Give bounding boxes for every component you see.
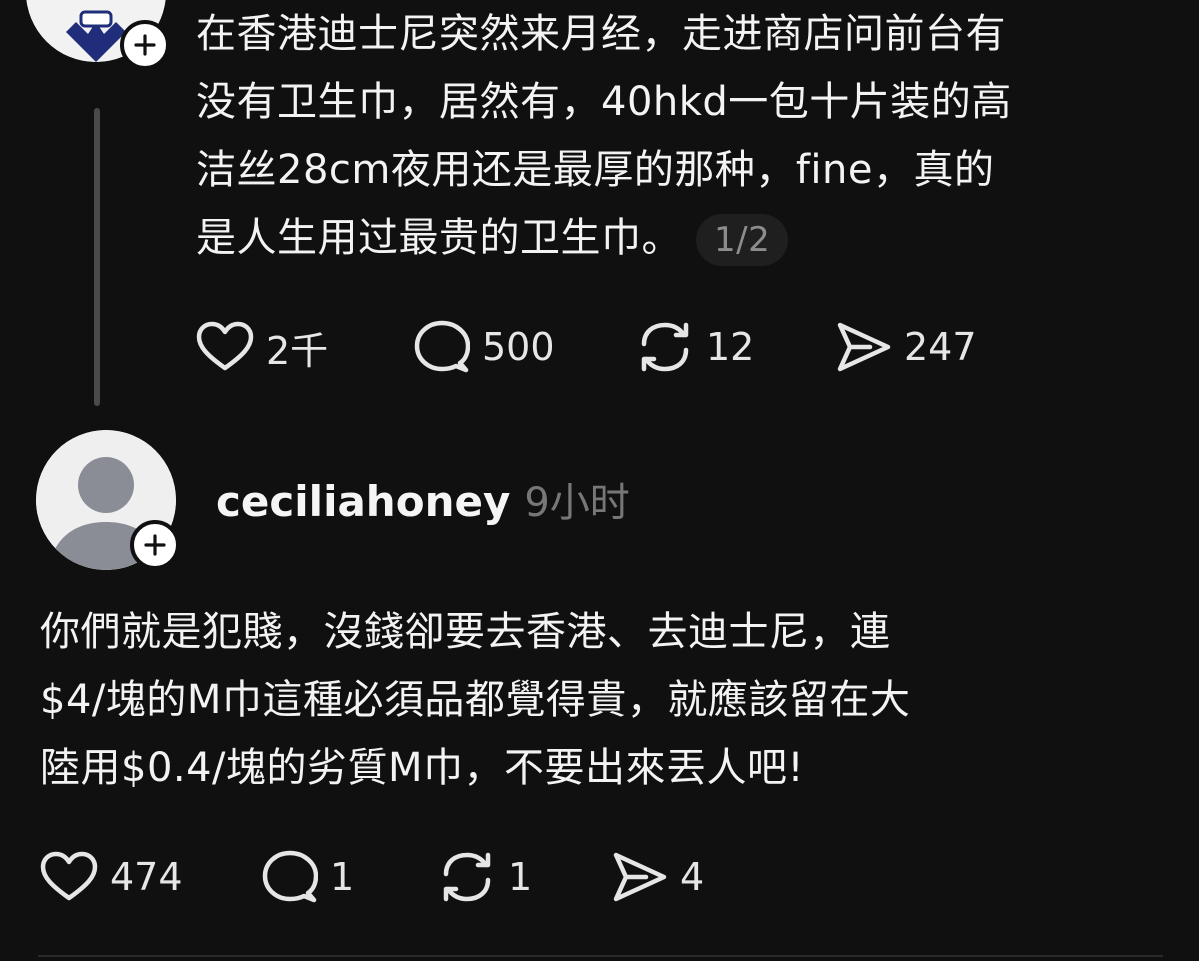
like-count: 474 <box>110 855 183 899</box>
send-icon <box>837 322 891 372</box>
username-link[interactable]: ceciliahoney <box>216 477 510 526</box>
share-button[interactable]: 247 <box>834 321 977 373</box>
divider <box>38 955 1163 957</box>
comment-icon <box>262 850 318 903</box>
like-count: 2千 <box>266 328 329 373</box>
post-text-line-content: 是人生用过最贵的卫生巾。 <box>196 215 682 261</box>
heart-icon <box>196 321 254 371</box>
post-header: ceciliahoney 9小时 <box>216 470 630 528</box>
post-text-line: $4/塊的M巾這種必須品都覺得貴，就應該留在大 <box>40 677 911 723</box>
comment-count: 500 <box>482 325 555 369</box>
send-icon <box>613 852 667 902</box>
post-text-line: 陸用$0.4/塊的劣質M巾，不要出來丟人吧! <box>40 745 805 791</box>
post-actions: 2千 500 12 247 <box>196 318 977 376</box>
comment-count: 1 <box>330 855 355 899</box>
post-text-line: 没有卫生巾，居然有，40hkd一包十片装的高 <box>196 79 1012 125</box>
post-text-line: 是人生用过最贵的卫生巾。 1/2 <box>196 204 1171 272</box>
repost-count: 12 <box>706 325 755 369</box>
like-button[interactable]: 474 <box>40 851 262 903</box>
repost-button[interactable]: 1 <box>438 848 610 906</box>
follow-button[interactable] <box>130 520 180 570</box>
post-text[interactable]: 在香港迪士尼突然来月经，走进商店问前台有 没有卫生巾，居然有，40hkd一包十片装… <box>196 0 1171 272</box>
comment-button[interactable]: 1 <box>262 849 438 905</box>
repost-count: 1 <box>508 855 533 899</box>
repost-icon <box>641 322 689 372</box>
thread-line <box>94 108 100 406</box>
comment-icon <box>414 320 470 373</box>
follow-button[interactable] <box>120 20 170 70</box>
page-indicator[interactable]: 1/2 <box>696 214 789 266</box>
share-button[interactable]: 4 <box>610 851 704 903</box>
post-text-line: 在香港迪士尼突然来月经，走进商店问前台有 <box>196 11 1006 57</box>
post-actions: 474 1 1 4 <box>40 848 704 906</box>
plus-icon <box>144 534 166 556</box>
repost-button[interactable]: 12 <box>636 318 834 376</box>
like-button[interactable]: 2千 <box>196 320 414 375</box>
post-text-line: 洁丝28cm夜用还是最厚的那种，fine，真的 <box>196 147 995 193</box>
heart-icon <box>40 851 98 901</box>
repost-icon <box>443 852 491 902</box>
post-text-line: 你們就是犯賤，沒錢卻要去香港、去迪士尼，連 <box>40 609 891 655</box>
post-text[interactable]: 你們就是犯賤，沒錢卻要去香港、去迪士尼，連 $4/塊的M巾這種必須品都覺得貴，就應… <box>40 598 1140 802</box>
post-timestamp: 9小时 <box>524 480 630 526</box>
plus-icon <box>134 34 156 56</box>
comment-button[interactable]: 500 <box>414 319 636 375</box>
share-count: 4 <box>680 855 705 899</box>
share-count: 247 <box>904 325 977 369</box>
